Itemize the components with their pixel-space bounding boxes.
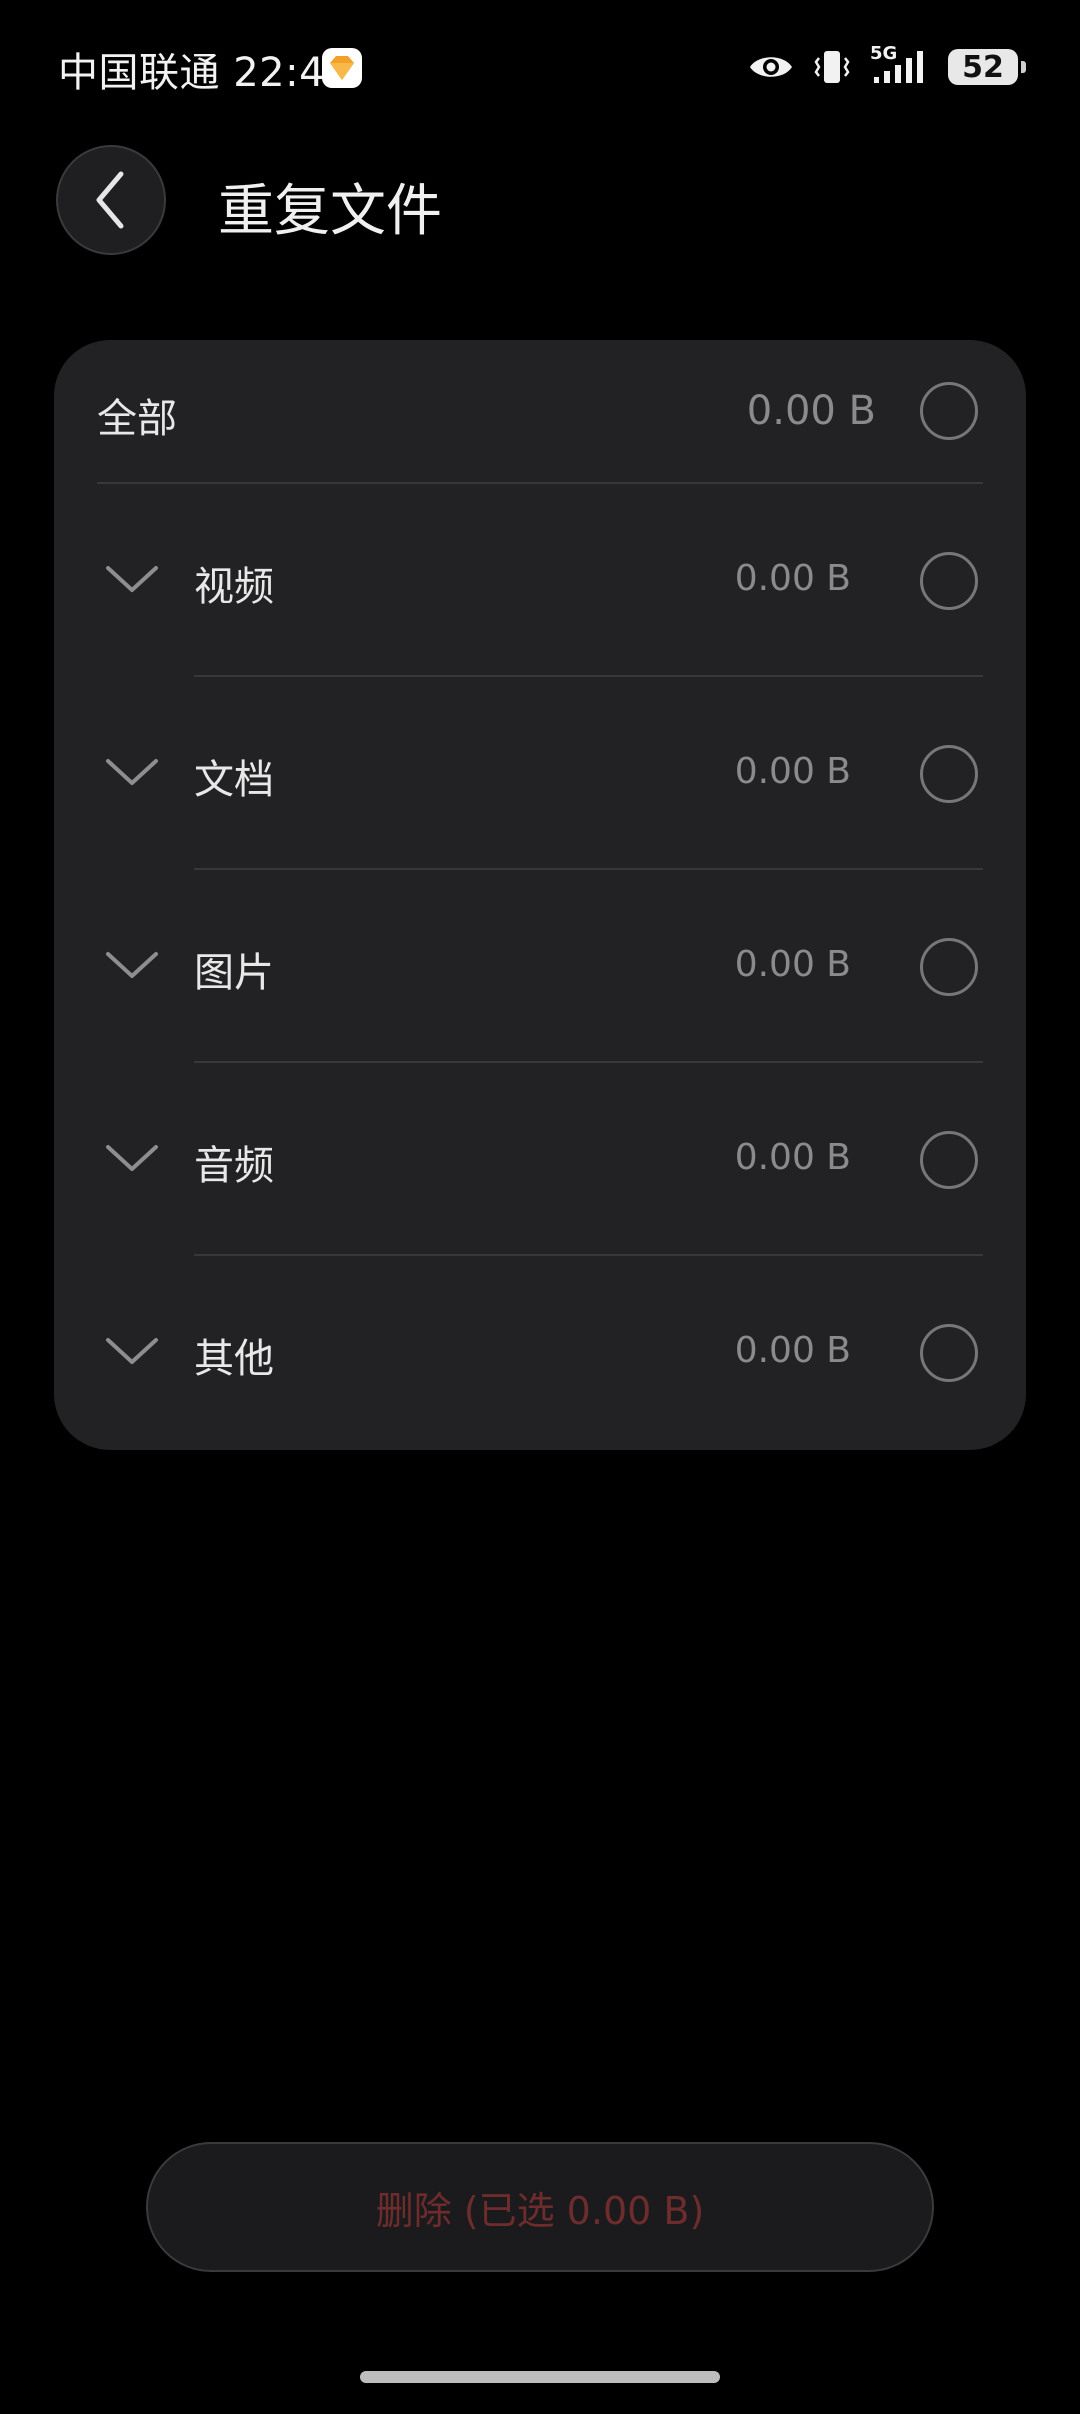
- category-label: 音频: [194, 1143, 274, 1189]
- app-notification-icon: [322, 48, 362, 88]
- status-bar: 中国联通 22:49 5G 52: [0, 0, 1080, 130]
- chevron-left-icon: [96, 171, 124, 229]
- eye-icon: [750, 57, 792, 77]
- category-radio[interactable]: [920, 1324, 978, 1382]
- select-all-size: 0.00 B: [746, 388, 876, 434]
- category-row-other[interactable]: 其他 0.00 B: [54, 1256, 1026, 1450]
- select-all-row[interactable]: 全部 0.00 B: [54, 340, 1026, 482]
- status-icons: 5G 52: [748, 43, 1026, 88]
- category-row-images[interactable]: 图片 0.00 B: [54, 870, 1026, 1063]
- delete-button[interactable]: 删除 (已选 0.00 B): [146, 2142, 934, 2272]
- category-label: 图片: [194, 950, 274, 996]
- category-size: 0.00 B: [734, 558, 851, 599]
- chevron-down-icon[interactable]: [102, 753, 162, 793]
- chevron-down-icon[interactable]: [102, 946, 162, 986]
- category-label: 视频: [194, 564, 274, 610]
- chevron-down-icon[interactable]: [102, 1139, 162, 1179]
- chevron-down-icon[interactable]: [102, 1332, 162, 1372]
- signal-icon: 5G: [870, 43, 930, 87]
- carrier-time: 中国联通 22:49: [58, 50, 351, 96]
- category-radio[interactable]: [920, 1131, 978, 1189]
- category-radio[interactable]: [920, 938, 978, 996]
- back-button[interactable]: [56, 145, 166, 255]
- category-row-video[interactable]: 视频 0.00 B: [54, 484, 1026, 677]
- category-radio[interactable]: [920, 745, 978, 803]
- category-size: 0.00 B: [734, 1137, 851, 1178]
- chevron-down-icon[interactable]: [102, 560, 162, 600]
- category-radio[interactable]: [920, 552, 978, 610]
- category-label: 其他: [194, 1336, 274, 1382]
- category-label: 文档: [194, 757, 274, 803]
- category-size: 0.00 B: [734, 944, 851, 985]
- page-title: 重复文件: [218, 179, 442, 244]
- select-all-label: 全部: [97, 396, 177, 442]
- battery-level: 52: [962, 49, 1004, 85]
- battery-icon: 52: [948, 49, 1026, 85]
- vibrate-icon: [814, 51, 850, 83]
- duplicate-files-card: 全部 0.00 B 视频 0.00 B 文档 0.00 B 图片 0.00 B: [54, 340, 1026, 1450]
- select-all-radio[interactable]: [920, 382, 978, 440]
- category-row-documents[interactable]: 文档 0.00 B: [54, 677, 1026, 870]
- category-size: 0.00 B: [734, 751, 851, 792]
- home-indicator[interactable]: [360, 2371, 720, 2383]
- category-size: 0.00 B: [734, 1330, 851, 1371]
- category-row-audio[interactable]: 音频 0.00 B: [54, 1063, 1026, 1256]
